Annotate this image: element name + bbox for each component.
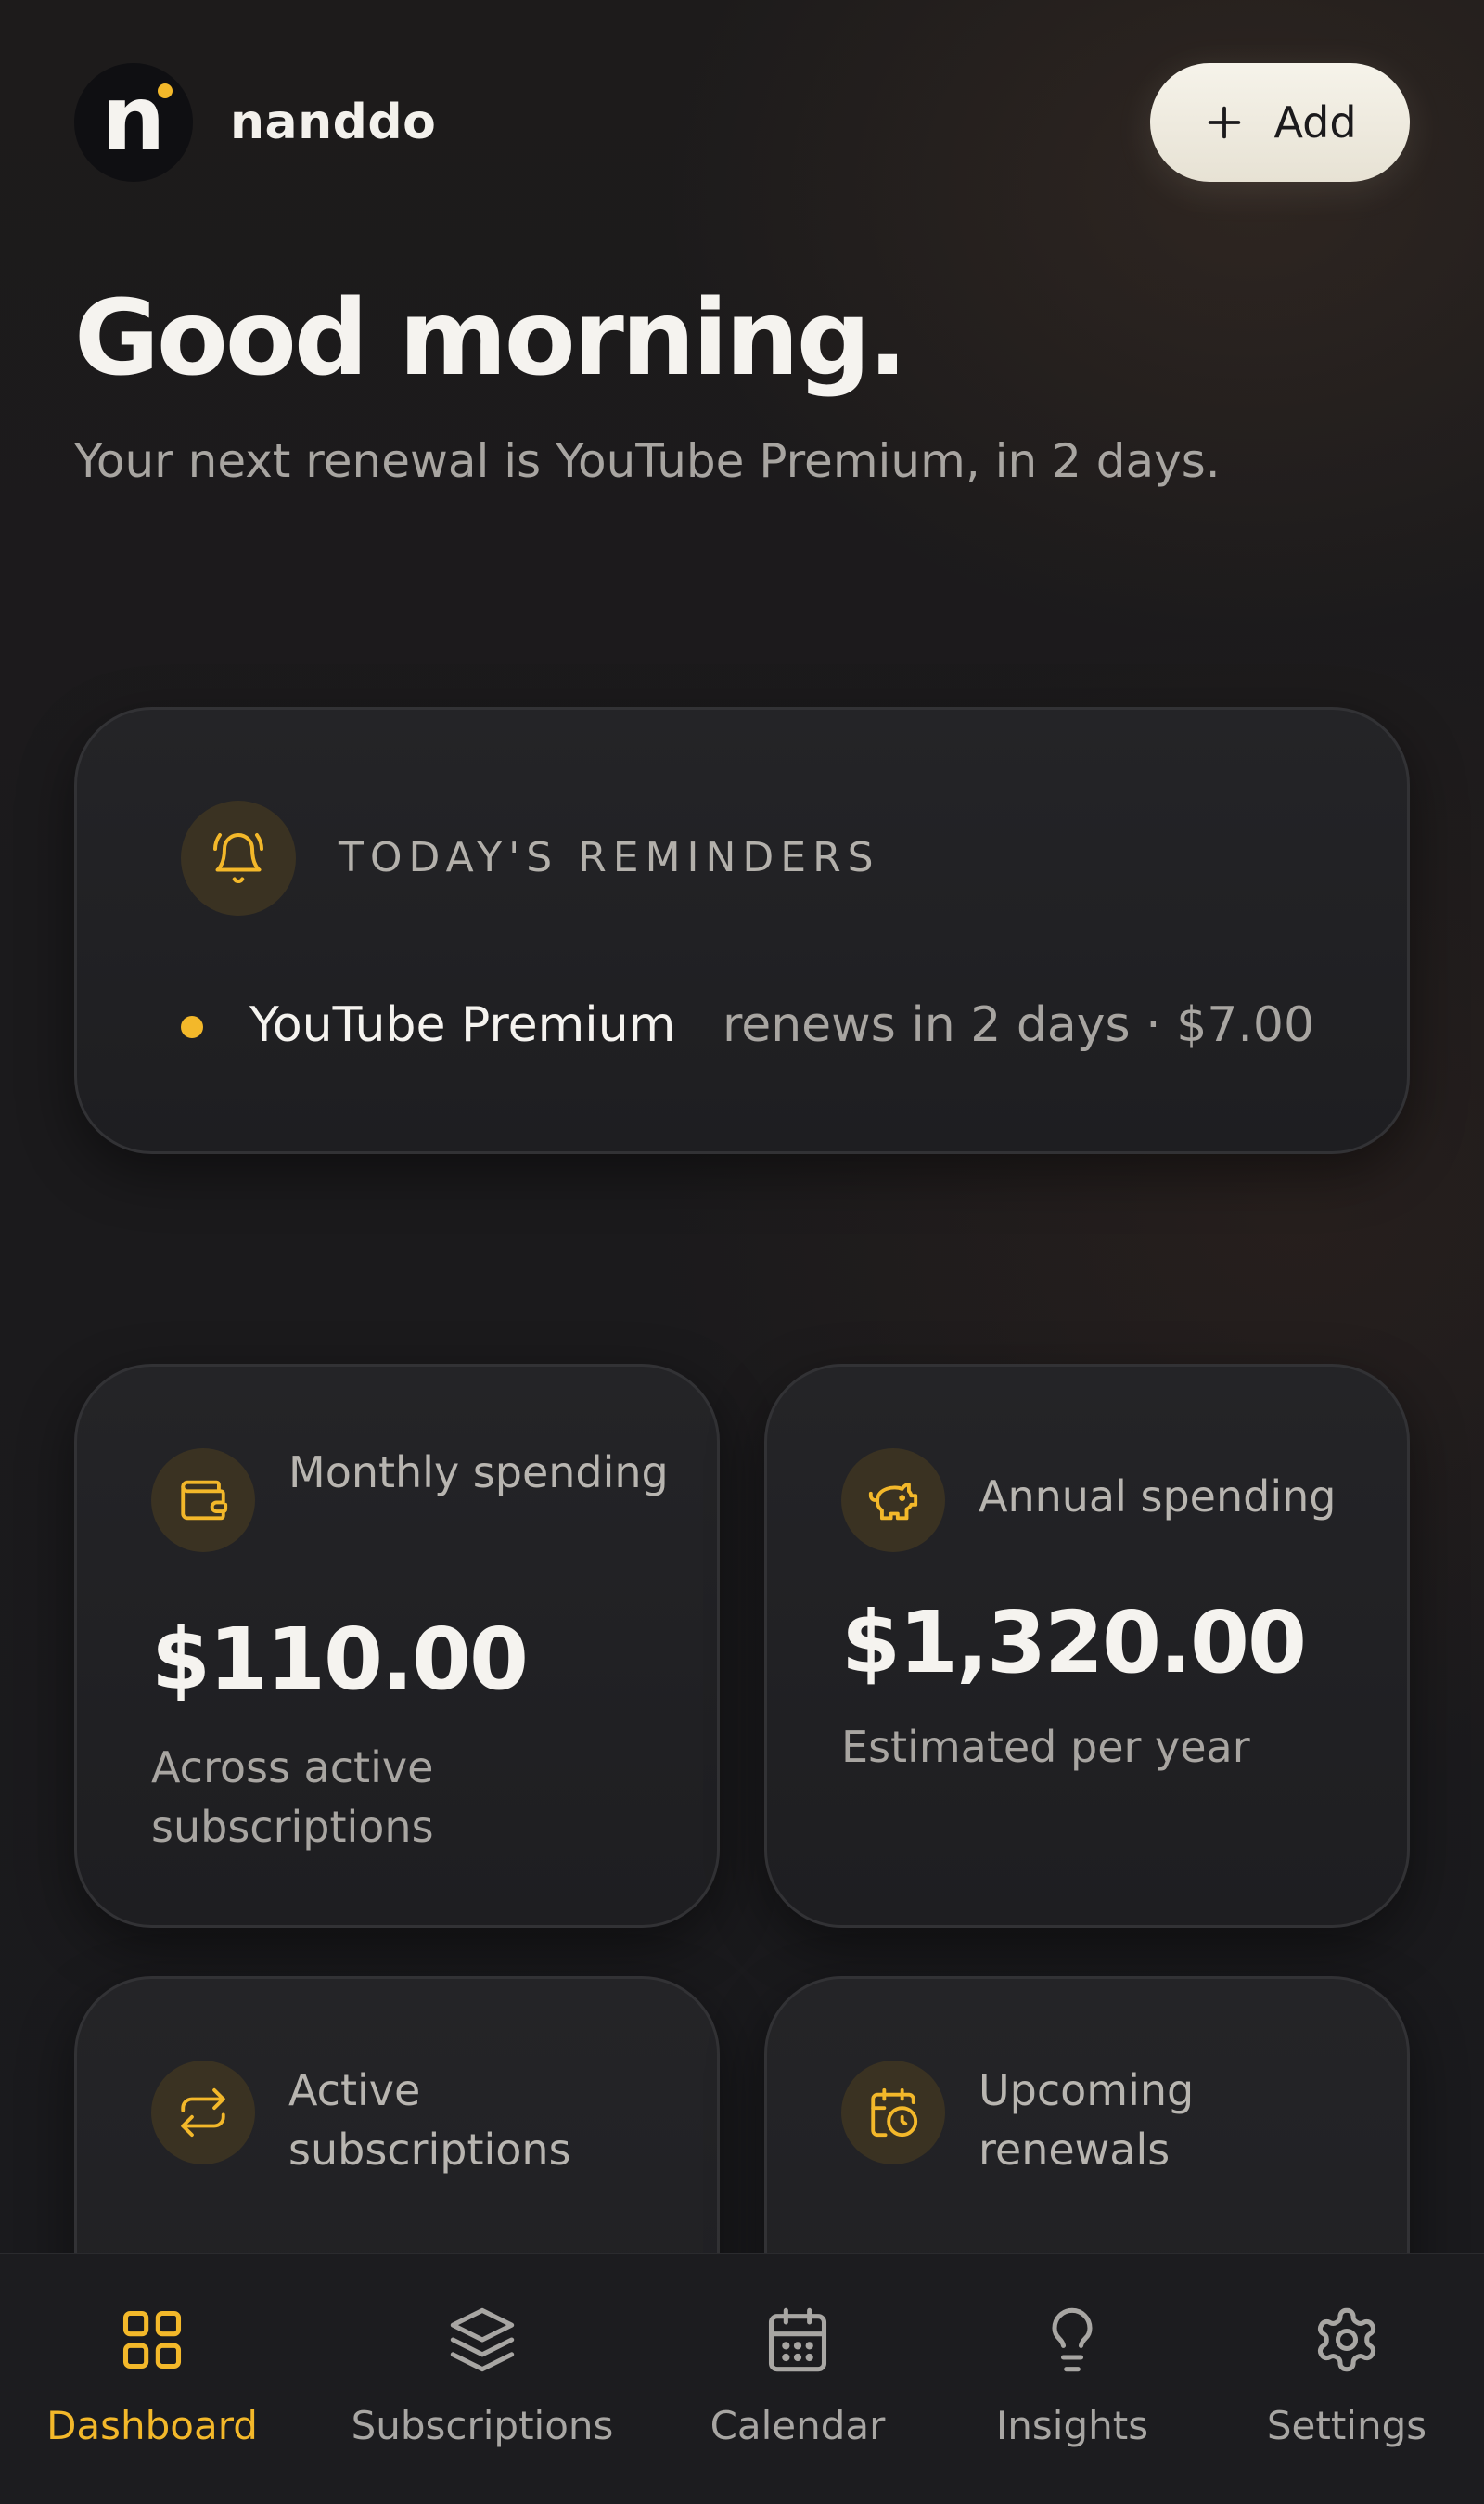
page-subtitle: Your next renewal is YouTube Premium, in… (74, 434, 1221, 488)
tab-calendar-label: Calendar (710, 2403, 886, 2448)
grid-icon (122, 2310, 182, 2369)
monthly-spending-value: $110.00 (151, 1610, 529, 1709)
app-logo: n (74, 63, 193, 182)
tab-insights[interactable]: Insights (933, 2305, 1211, 2448)
tab-calendar[interactable]: Calendar (659, 2305, 937, 2448)
reminder-name[interactable]: YouTube Premium (249, 997, 675, 1053)
calendar-clock-icon (841, 2061, 945, 2164)
reminders-card: TODAY'S REMINDERS YouTube Premium renews… (74, 707, 1410, 1154)
calendar-icon (768, 2307, 827, 2372)
brand-name: nanddo (230, 95, 437, 150)
tab-settings-label: Settings (1266, 2403, 1427, 2448)
annual-spending-label: Annual spending (979, 1471, 1337, 1522)
reminder-status-dot (181, 1016, 203, 1038)
wallet-icon (151, 1448, 255, 1552)
annual-spending-description: Estimated per year (841, 1722, 1250, 1772)
tab-subscriptions-label: Subscriptions (351, 2403, 614, 2448)
bell-icon (181, 801, 296, 916)
bottom-nav: Dashboard Subscriptions Calendar Insight… (0, 2253, 1484, 2504)
tab-settings[interactable]: Settings (1208, 2305, 1484, 2448)
logo-dot (158, 83, 173, 98)
monthly-spending-label: Monthly spending (288, 1447, 669, 1497)
piggy-bank-icon (841, 1448, 945, 1552)
app-screen: n nanddo Add Good morning. Your next ren… (0, 0, 1484, 2504)
annual-spending-card[interactable]: Annual spending $1,320.00 Estimated per … (764, 1364, 1410, 1928)
tab-subscriptions[interactable]: Subscriptions (343, 2305, 621, 2448)
gear-icon (1317, 2307, 1376, 2372)
active-subscriptions-label: Active subscriptions (288, 2065, 571, 2175)
monthly-spending-card[interactable]: Monthly spending $110.00 Across active s… (74, 1364, 720, 1928)
reminder-detail: renews in 2 days · $7.00 (723, 997, 1315, 1053)
add-button-label: Add (1273, 97, 1357, 148)
repeat-icon (151, 2061, 255, 2164)
reminders-title: TODAY'S REMINDERS (339, 834, 880, 881)
lightbulb-icon (1052, 2307, 1093, 2372)
annual-spending-value: $1,320.00 (841, 1593, 1307, 1692)
upcoming-renewals-label: Upcoming renewals (979, 2065, 1195, 2175)
layers-icon (450, 2307, 515, 2372)
tab-insights-label: Insights (995, 2403, 1149, 2448)
brand: n nanddo (74, 63, 436, 182)
logo-letter: n (101, 67, 166, 171)
tab-dashboard-label: Dashboard (46, 2403, 258, 2448)
tab-dashboard[interactable]: Dashboard (13, 2305, 291, 2448)
monthly-spending-description: Across active subscriptions (151, 1742, 434, 1852)
page-title: Good morning. (74, 278, 907, 399)
add-button[interactable]: Add (1150, 63, 1410, 182)
plus-icon (1209, 106, 1241, 139)
